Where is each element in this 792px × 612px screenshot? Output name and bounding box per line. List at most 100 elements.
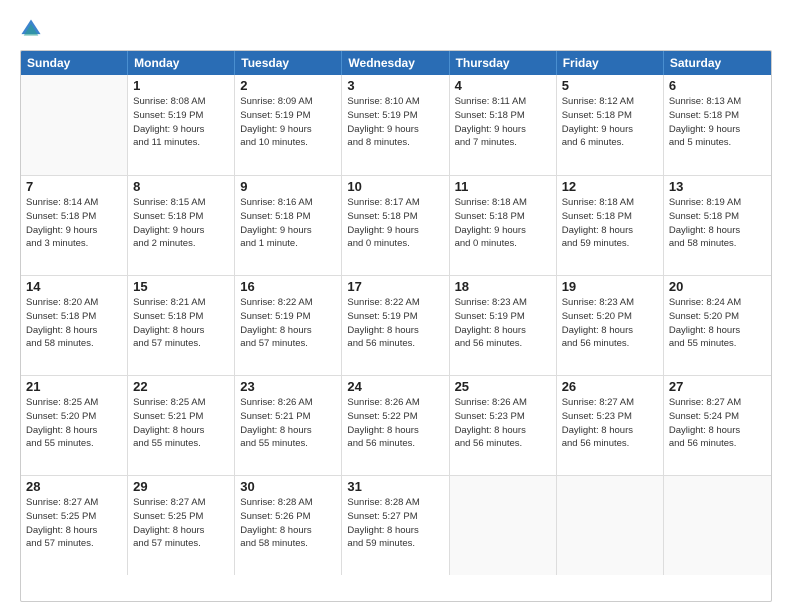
calendar-cell: 28 Sunrise: 8:27 AM Sunset: 5:25 PM Dayli… [21,476,128,575]
calendar-cell: 23 Sunrise: 8:26 AM Sunset: 5:21 PM Dayli… [235,376,342,475]
day-number: 27 [669,379,766,394]
calendar-cell: 15 Sunrise: 8:21 AM Sunset: 5:18 PM Dayli… [128,276,235,375]
calendar-cell: 26 Sunrise: 8:27 AM Sunset: 5:23 PM Dayli… [557,376,664,475]
calendar-cell: 3 Sunrise: 8:10 AM Sunset: 5:19 PM Daylig… [342,75,449,175]
day-info: Sunrise: 8:28 AM Sunset: 5:26 PM Dayligh… [240,496,336,551]
calendar-header: SundayMondayTuesdayWednesdayThursdayFrid… [21,51,771,75]
calendar-cell: 27 Sunrise: 8:27 AM Sunset: 5:24 PM Dayli… [664,376,771,475]
day-info: Sunrise: 8:23 AM Sunset: 5:20 PM Dayligh… [562,296,658,351]
day-info: Sunrise: 8:24 AM Sunset: 5:20 PM Dayligh… [669,296,766,351]
day-info: Sunrise: 8:17 AM Sunset: 5:18 PM Dayligh… [347,196,443,251]
day-info: Sunrise: 8:21 AM Sunset: 5:18 PM Dayligh… [133,296,229,351]
day-number: 28 [26,479,122,494]
calendar-cell: 6 Sunrise: 8:13 AM Sunset: 5:18 PM Daylig… [664,75,771,175]
day-info: Sunrise: 8:22 AM Sunset: 5:19 PM Dayligh… [240,296,336,351]
day-number: 19 [562,279,658,294]
day-info: Sunrise: 8:23 AM Sunset: 5:19 PM Dayligh… [455,296,551,351]
day-number: 15 [133,279,229,294]
day-info: Sunrise: 8:27 AM Sunset: 5:24 PM Dayligh… [669,396,766,451]
day-number: 21 [26,379,122,394]
day-info: Sunrise: 8:27 AM Sunset: 5:23 PM Dayligh… [562,396,658,451]
calendar-cell: 5Sunrise: 8:12 AM Sunset: 5:18 PM Daylig… [557,75,664,175]
day-number: 20 [669,279,766,294]
calendar-cell: 25Sunrise: 8:26 AM Sunset: 5:23 PM Dayli… [450,376,557,475]
day-info: Sunrise: 8:14 AM Sunset: 5:18 PM Dayligh… [26,196,122,251]
header-cell-tuesday: Tuesday [235,51,342,75]
calendar-cell: 11Sunrise: 8:18 AM Sunset: 5:18 PM Dayli… [450,176,557,275]
day-number: 6 [669,78,766,93]
day-number: 8 [133,179,229,194]
header-cell-friday: Friday [557,51,664,75]
day-number: 7 [26,179,122,194]
day-number: 9 [240,179,336,194]
calendar-cell: 18 Sunrise: 8:23 AM Sunset: 5:19 PM Dayli… [450,276,557,375]
day-number: 10 [347,179,443,194]
header-cell-saturday: Saturday [664,51,771,75]
calendar-week-5: 28 Sunrise: 8:27 AM Sunset: 5:25 PM Dayli… [21,475,771,575]
day-number: 3 [347,78,443,93]
day-info: Sunrise: 8:26 AM Sunset: 5:22 PM Dayligh… [347,396,443,451]
header-cell-thursday: Thursday [450,51,557,75]
day-info: Sunrise: 8:18 AM Sunset: 5:18 PM Dayligh… [562,196,658,251]
calendar-cell: 21 Sunrise: 8:25 AM Sunset: 5:20 PM Dayli… [21,376,128,475]
calendar-cell [557,476,664,575]
day-number: 5 [562,78,658,93]
calendar: SundayMondayTuesdayWednesdayThursdayFrid… [20,50,772,602]
day-info: Sunrise: 8:10 AM Sunset: 5:19 PM Dayligh… [347,95,443,150]
day-info: Sunrise: 8:16 AM Sunset: 5:18 PM Dayligh… [240,196,336,251]
day-info: Sunrise: 8:08 AM Sunset: 5:19 PM Dayligh… [133,95,229,150]
day-info: Sunrise: 8:28 AM Sunset: 5:27 PM Dayligh… [347,496,443,551]
calendar-week-4: 21 Sunrise: 8:25 AM Sunset: 5:20 PM Dayli… [21,375,771,475]
logo-icon [20,18,42,40]
header-cell-wednesday: Wednesday [342,51,449,75]
calendar-cell: 20 Sunrise: 8:24 AM Sunset: 5:20 PM Dayli… [664,276,771,375]
header-cell-monday: Monday [128,51,235,75]
calendar-cell: 31 Sunrise: 8:28 AM Sunset: 5:27 PM Dayli… [342,476,449,575]
day-number: 30 [240,479,336,494]
day-info: Sunrise: 8:27 AM Sunset: 5:25 PM Dayligh… [26,496,122,551]
header [20,18,772,40]
calendar-cell: 17Sunrise: 8:22 AM Sunset: 5:19 PM Dayli… [342,276,449,375]
day-number: 1 [133,78,229,93]
day-number: 16 [240,279,336,294]
day-number: 14 [26,279,122,294]
day-number: 31 [347,479,443,494]
day-number: 25 [455,379,551,394]
calendar-week-2: 7 Sunrise: 8:14 AM Sunset: 5:18 PM Daylig… [21,175,771,275]
day-info: Sunrise: 8:20 AM Sunset: 5:18 PM Dayligh… [26,296,122,351]
logo [20,18,46,40]
calendar-cell: 14 Sunrise: 8:20 AM Sunset: 5:18 PM Dayli… [21,276,128,375]
calendar-cell: 13 Sunrise: 8:19 AM Sunset: 5:18 PM Dayli… [664,176,771,275]
calendar-body: 1 Sunrise: 8:08 AM Sunset: 5:19 PM Daylig… [21,75,771,575]
day-number: 26 [562,379,658,394]
day-info: Sunrise: 8:26 AM Sunset: 5:21 PM Dayligh… [240,396,336,451]
calendar-cell: 30 Sunrise: 8:28 AM Sunset: 5:26 PM Dayli… [235,476,342,575]
day-info: Sunrise: 8:15 AM Sunset: 5:18 PM Dayligh… [133,196,229,251]
day-number: 24 [347,379,443,394]
day-info: Sunrise: 8:18 AM Sunset: 5:18 PM Dayligh… [455,196,551,251]
calendar-cell: 4Sunrise: 8:11 AM Sunset: 5:18 PM Daylig… [450,75,557,175]
day-number: 18 [455,279,551,294]
day-info: Sunrise: 8:19 AM Sunset: 5:18 PM Dayligh… [669,196,766,251]
calendar-cell: 29 Sunrise: 8:27 AM Sunset: 5:25 PM Dayli… [128,476,235,575]
day-info: Sunrise: 8:09 AM Sunset: 5:19 PM Dayligh… [240,95,336,150]
day-info: Sunrise: 8:22 AM Sunset: 5:19 PM Dayligh… [347,296,443,351]
calendar-cell: 8 Sunrise: 8:15 AM Sunset: 5:18 PM Daylig… [128,176,235,275]
day-number: 22 [133,379,229,394]
day-number: 13 [669,179,766,194]
calendar-cell [450,476,557,575]
calendar-cell: 24 Sunrise: 8:26 AM Sunset: 5:22 PM Dayli… [342,376,449,475]
calendar-cell: 22Sunrise: 8:25 AM Sunset: 5:21 PM Dayli… [128,376,235,475]
day-info: Sunrise: 8:13 AM Sunset: 5:18 PM Dayligh… [669,95,766,150]
calendar-cell: 2Sunrise: 8:09 AM Sunset: 5:19 PM Daylig… [235,75,342,175]
day-number: 29 [133,479,229,494]
day-info: Sunrise: 8:27 AM Sunset: 5:25 PM Dayligh… [133,496,229,551]
header-cell-sunday: Sunday [21,51,128,75]
day-info: Sunrise: 8:25 AM Sunset: 5:20 PM Dayligh… [26,396,122,451]
calendar-cell: 10 Sunrise: 8:17 AM Sunset: 5:18 PM Dayli… [342,176,449,275]
calendar-cell: 12Sunrise: 8:18 AM Sunset: 5:18 PM Dayli… [557,176,664,275]
calendar-cell: 1 Sunrise: 8:08 AM Sunset: 5:19 PM Daylig… [128,75,235,175]
day-number: 23 [240,379,336,394]
calendar-cell [664,476,771,575]
day-number: 4 [455,78,551,93]
